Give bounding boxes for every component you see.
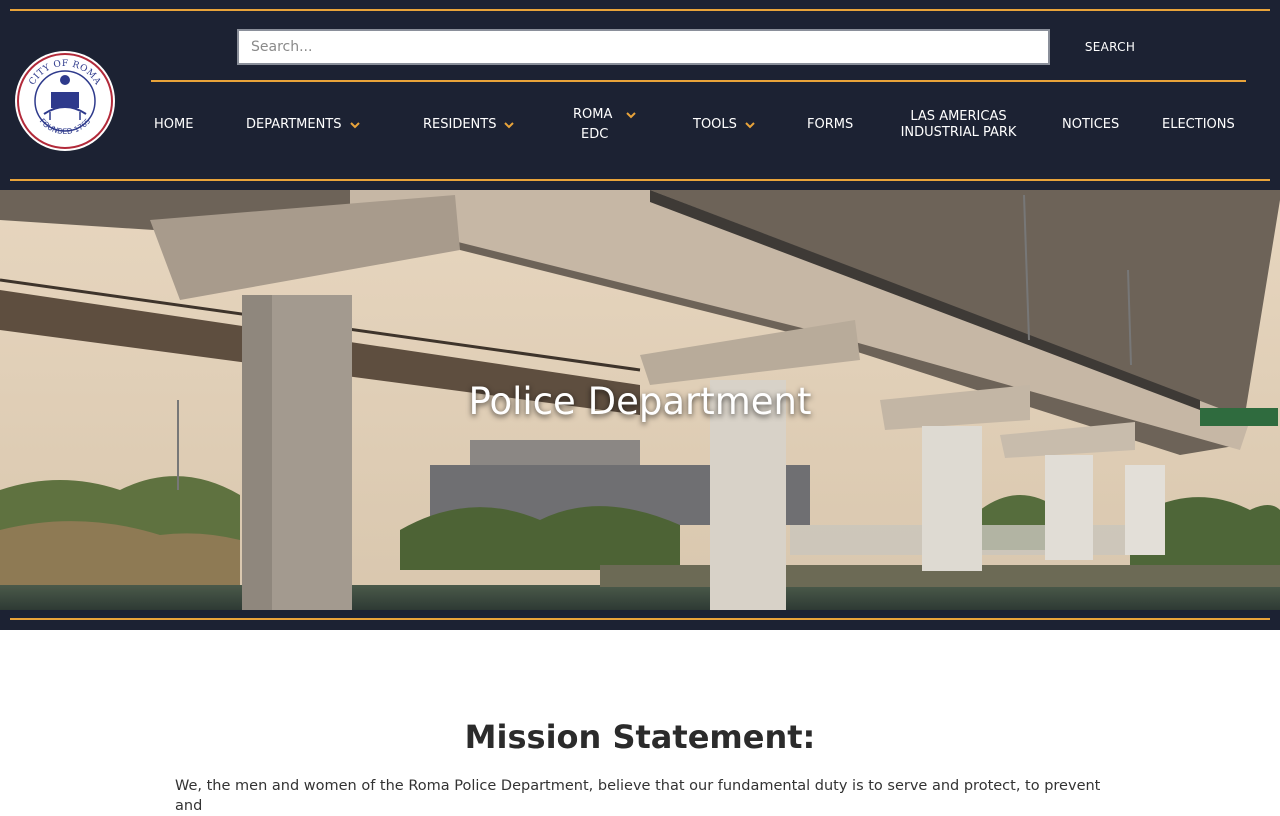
nav-las-americas[interactable]: LAS AMERICAS INDUSTRIAL PARK [898,109,1019,141]
nav-roma-edc-label-line1: ROMA [573,107,613,122]
nav-notices[interactable]: NOTICES [1062,117,1119,133]
nav-las-americas-label-line2: INDUSTRIAL PARK [900,125,1017,140]
nav-elections[interactable]: ELECTIONS [1162,117,1235,133]
nav-divider [151,80,1246,82]
chevron-down-icon [743,120,757,130]
hero-title: Police Department [468,380,812,423]
city-seal-logo[interactable]: CITY OF ROMA FOUNDED 1765 [14,50,116,152]
nav-residents[interactable]: RESIDENTS [423,117,516,133]
nav-notices-label: NOTICES [1062,117,1120,132]
nav-roma-edc-label-line2: EDC [581,127,609,142]
nav-roma-edc[interactable]: ROMA EDC [573,107,638,143]
mission-text: We, the men and women of the Roma Police… [175,778,1101,814]
nav-forms[interactable]: FORMS [807,117,853,133]
nav-home[interactable]: HOME [154,117,193,133]
hero-bottom-rule [10,618,1270,620]
hero-banner: Police Department [0,190,1280,630]
mission-title: Mission Statement: [464,718,816,756]
hero-bottom-band [0,610,1280,630]
nav-home-label: HOME [154,117,194,132]
city-seal-icon: CITY OF ROMA FOUNDED 1765 [15,51,115,151]
chevron-down-icon [624,110,638,120]
nav-residents-label: RESIDENTS [423,117,497,132]
nav-departments-label: DEPARTMENTS [246,117,342,132]
site-header: CITY OF ROMA FOUNDED 1765 SEARCH HOME DE… [0,0,1280,190]
header-top-rule [10,9,1270,11]
nav-tools-label: TOOLS [693,117,737,132]
nav-tools[interactable]: TOOLS [693,117,757,133]
nav-forms-label: FORMS [807,117,854,132]
nav-departments[interactable]: DEPARTMENTS [246,117,362,133]
search-input[interactable] [237,29,1050,65]
header-bottom-rule [10,179,1270,181]
nav-las-americas-label-line1: LAS AMERICAS [910,109,1007,124]
chevron-down-icon [348,120,362,130]
nav-elections-label: ELECTIONS [1162,117,1235,132]
chevron-down-icon [502,120,516,130]
search-button[interactable]: SEARCH [1072,36,1148,58]
